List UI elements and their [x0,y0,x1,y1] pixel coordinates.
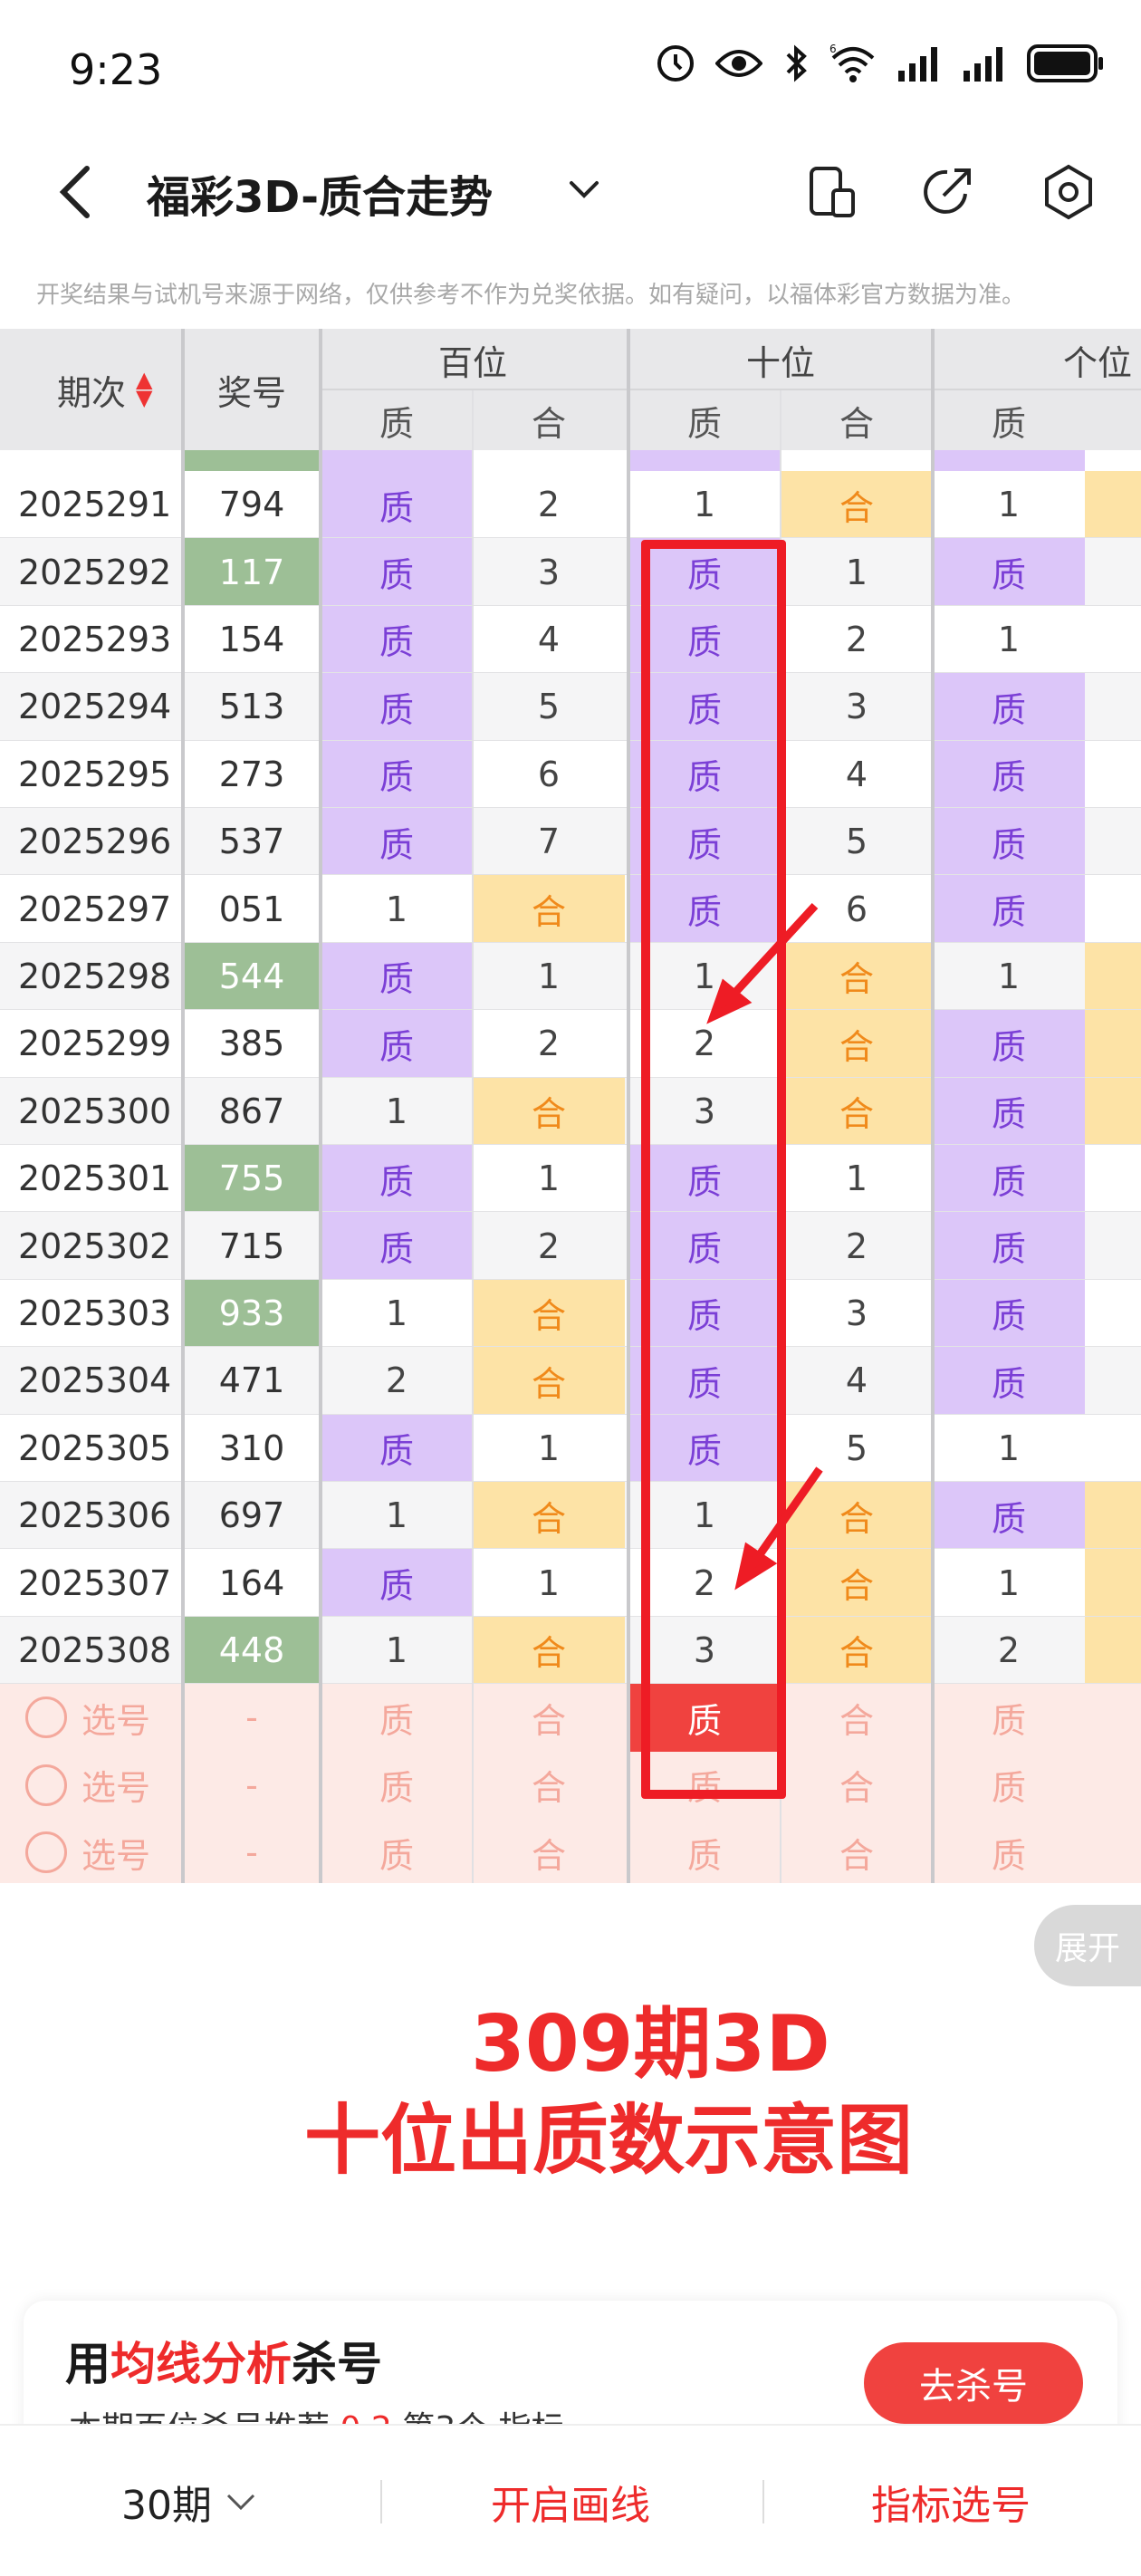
expand-button[interactable]: 展开 [1034,1905,1141,1986]
promo-title-suffix: 杀号 [292,2338,382,2390]
arrow-1 [706,902,819,1024]
separator [762,2480,764,2523]
period-label: 30期 [121,2483,212,2529]
arrow-2 [734,1466,823,1591]
overlay-subtitle: 十位出质数示意图 [304,2096,914,2185]
app-screen: 9:23 6 福彩3D-质合走势 开奖结果与试机号来源于网络，仅供参考不作为兑奖… [0,0,1141,2576]
chevron-down-icon [226,2494,255,2511]
bottom-bar: 30期 开启画线 指标选号 [0,2424,1141,2576]
promo-title-highlight: 均线分析 [110,2338,292,2390]
kill-number-button[interactable]: 去杀号 [864,2342,1083,2424]
indicator-select-button[interactable]: 指标选号 [788,2426,1114,2576]
annotation-arrows [706,902,823,1591]
promo-title: 用均线分析杀号 [65,2328,382,2393]
separator [380,2480,382,2523]
period-selector[interactable]: 30期 [54,2426,326,2576]
draw-line-button[interactable]: 开启画线 [398,2426,743,2576]
overlay-title: 309期3D [471,1999,830,2090]
promo-title-prefix: 用 [65,2338,110,2390]
